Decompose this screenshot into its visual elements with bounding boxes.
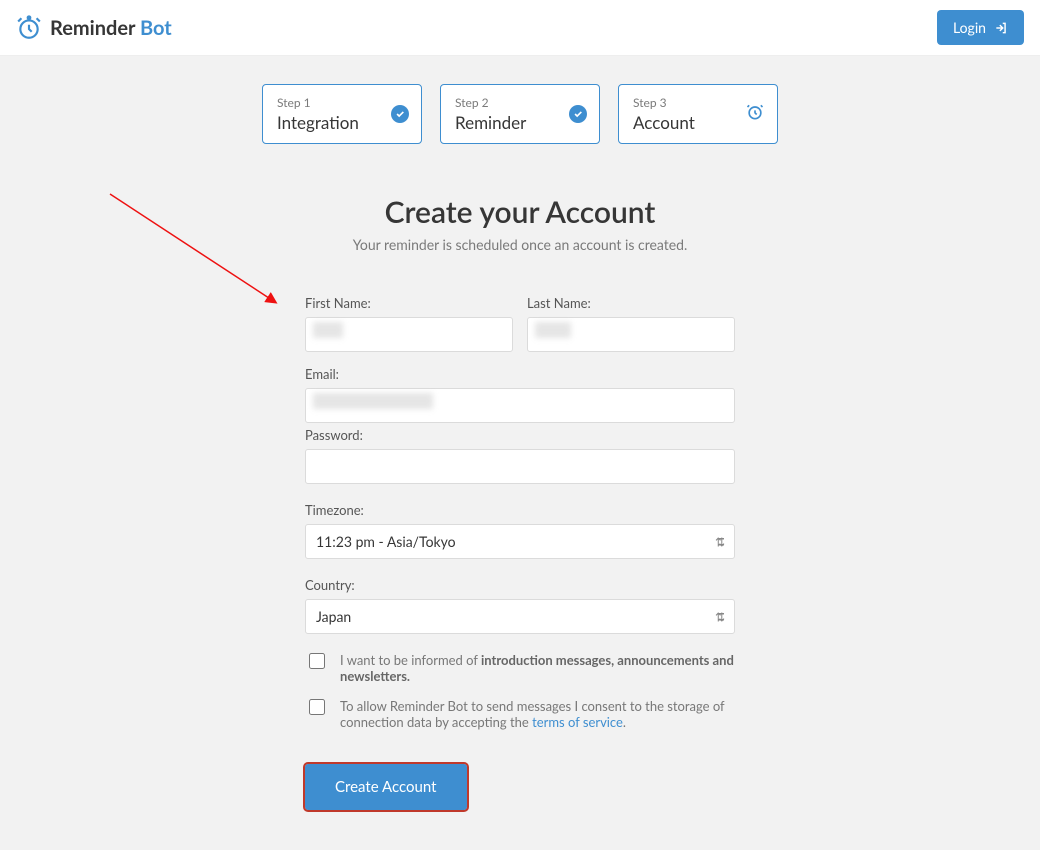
header: Reminder Bot Login — [0, 0, 1040, 56]
tos-consent[interactable]: To allow Reminder Bot to send messages I… — [305, 698, 735, 730]
step-label: Step 3 — [633, 95, 763, 110]
country-label: Country: — [305, 577, 735, 593]
newsletter-consent[interactable]: I want to be informed of introduction me… — [305, 652, 735, 684]
chevron-updown-icon: ⇅ — [715, 609, 725, 624]
check-icon — [569, 105, 587, 123]
email-label: Email: — [305, 366, 735, 382]
step-reminder[interactable]: Step 2 Reminder — [440, 84, 600, 144]
step-integration[interactable]: Step 1 Integration — [262, 84, 422, 144]
password-label: Password: — [305, 427, 735, 443]
newsletter-text: I want to be informed of introduction me… — [340, 652, 735, 684]
redacted-value — [535, 322, 571, 338]
login-arrow-icon — [994, 21, 1008, 35]
first-name-label: First Name: — [305, 295, 513, 311]
last-name-label: Last Name: — [527, 295, 735, 311]
tos-checkbox[interactable] — [309, 699, 325, 715]
login-button[interactable]: Login — [937, 10, 1024, 45]
newsletter-checkbox[interactable] — [309, 653, 325, 669]
check-icon — [391, 105, 409, 123]
create-account-button[interactable]: Create Account — [305, 764, 467, 810]
timezone-label: Timezone: — [305, 502, 735, 518]
redacted-value — [313, 393, 433, 409]
signup-form: First Name: Last Name: Email: Password: … — [305, 295, 735, 810]
step-label: Step 1 — [277, 95, 407, 110]
login-label: Login — [953, 19, 986, 36]
timezone-select[interactable]: 11:23 pm - Asia/Tokyo — [305, 524, 735, 559]
page-subtitle: Your reminder is scheduled once an accou… — [220, 236, 820, 253]
tos-link[interactable]: terms of service — [532, 714, 623, 730]
brand-logo[interactable]: Reminder Bot — [16, 15, 172, 41]
step-title: Reminder — [455, 112, 585, 133]
step-label: Step 2 — [455, 95, 585, 110]
step-title: Account — [633, 112, 763, 133]
brand-name-1: Reminder — [50, 16, 135, 40]
clock-icon — [745, 102, 765, 126]
step-title: Integration — [277, 112, 407, 133]
alarm-clock-icon — [16, 15, 42, 41]
step-indicator: Step 1 Integration Step 2 Reminder Step … — [0, 84, 1040, 144]
step-account[interactable]: Step 3 Account — [618, 84, 778, 144]
brand-name-2: Bot — [140, 16, 172, 40]
chevron-updown-icon: ⇅ — [715, 534, 725, 549]
tos-text: To allow Reminder Bot to send messages I… — [340, 698, 735, 730]
password-input[interactable] — [305, 449, 735, 484]
redacted-value — [313, 322, 343, 338]
country-select[interactable]: Japan — [305, 599, 735, 634]
page-title: Create your Account — [220, 194, 820, 230]
